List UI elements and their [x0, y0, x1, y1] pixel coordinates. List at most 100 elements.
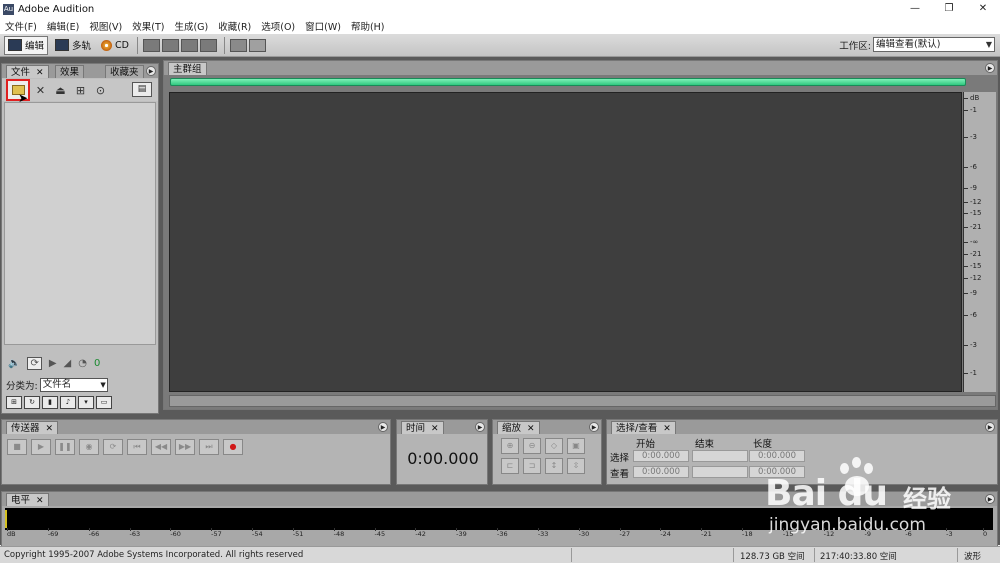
menu-generate[interactable]: 生成(G) — [174, 19, 208, 33]
overview-bar[interactable] — [170, 78, 966, 86]
cd-view-label: CD — [115, 39, 129, 51]
rewind-button[interactable]: ◀◀ — [151, 439, 171, 455]
file-list[interactable] — [4, 102, 156, 345]
zoom-buttons: ⊕ ⊖ ◇ ▣ ⊏ ⊐ ↕ ⇳ — [501, 438, 589, 474]
import-file-button[interactable]: ➤ — [6, 79, 30, 105]
file-playback-controls: 🔈 ⟳ ▶ ◢ ◔ 0 — [2, 354, 158, 372]
filter-options-icon[interactable]: ▾ — [78, 396, 94, 409]
waveform-display[interactable] — [169, 92, 962, 392]
close-icon[interactable]: ✕ — [663, 424, 671, 434]
menu-effects[interactable]: 效果(T) — [132, 19, 164, 33]
panel-menu-icon[interactable]: ▶ — [589, 422, 599, 432]
insert-cd-icon[interactable]: ⊞ — [72, 82, 89, 99]
layout-4-icon[interactable] — [199, 38, 217, 52]
zoom-in-horizontal-button[interactable]: ⊕ — [501, 438, 519, 454]
pause-button[interactable]: ❚❚ — [55, 439, 75, 455]
zoom-out-full-button[interactable]: ◇ — [545, 438, 563, 454]
multitrack-view-button[interactable]: 多轨 — [52, 36, 94, 55]
zoom-out-horizontal-button[interactable]: ⊖ — [523, 438, 541, 454]
level-tick: -36 — [497, 528, 508, 538]
sort-dropdown[interactable]: 文件名 — [39, 378, 108, 392]
workspace-label: 工作区: — [839, 40, 871, 52]
menu-window[interactable]: 窗口(W) — [305, 19, 341, 33]
filter-audio-icon[interactable]: ⊞ — [6, 396, 22, 409]
panel-menu-icon[interactable]: ▶ — [146, 66, 156, 76]
time-tabs: 时间 ✕ ▶ — [397, 420, 487, 434]
menu-view[interactable]: 视图(V) — [89, 19, 122, 33]
close-file-icon[interactable]: ✕ — [32, 82, 49, 99]
zoom-left-edge-button[interactable]: ⊏ — [501, 458, 519, 474]
go-to-end-button[interactable]: ⏭ — [199, 439, 219, 455]
main-group-tabs: 主群组 ▶ — [164, 61, 997, 75]
select-start-field[interactable]: 0:00.000 — [633, 450, 689, 462]
play-icon[interactable]: ▶ — [49, 358, 57, 369]
panel-menu-icon[interactable]: ▶ — [985, 494, 995, 504]
menu-edit[interactable]: 编辑(E) — [47, 19, 79, 33]
zoom-out-vertical-button[interactable]: ⇳ — [567, 458, 585, 474]
hand-tool-icon[interactable] — [248, 38, 266, 52]
panel-menu-icon[interactable]: ▶ — [378, 422, 388, 432]
stop-button[interactable]: ■ — [7, 439, 27, 455]
panel-menu-icon[interactable]: ▶ — [985, 63, 995, 73]
view-row-label: 查看 — [610, 469, 630, 480]
loop-icon[interactable]: ⟳ — [27, 356, 42, 370]
autoplay-icon[interactable]: ⊙ — [92, 82, 109, 99]
speaker-icon[interactable]: 🔈 — [8, 358, 20, 369]
tab-files[interactable]: 文件 ✕ — [6, 65, 49, 78]
close-button[interactable]: ✕ — [966, 0, 1000, 18]
menu-favorites[interactable]: 收藏(R) — [218, 19, 251, 33]
close-icon[interactable]: ✕ — [36, 68, 44, 78]
tab-time[interactable]: 时间 ✕ — [401, 421, 444, 434]
level-tick: -30 — [578, 528, 590, 538]
minimize-button[interactable]: — — [898, 0, 932, 18]
volume-knob-icon[interactable]: ◔ — [78, 358, 87, 369]
edit-view-button[interactable]: 编辑 — [4, 35, 49, 55]
level-tick: -21 — [701, 528, 712, 538]
close-icon[interactable]: ✕ — [46, 424, 54, 434]
menu-options[interactable]: 选项(O) — [261, 19, 295, 33]
view-end-field[interactable] — [692, 466, 748, 478]
play-from-cursor-button[interactable]: ◉ — [79, 439, 99, 455]
zoom-in-vertical-button[interactable]: ↕ — [545, 458, 563, 474]
loop-button[interactable]: ⟳ — [103, 439, 123, 455]
fast-forward-button[interactable]: ▶▶ — [175, 439, 195, 455]
close-icon[interactable]: ✕ — [431, 424, 439, 434]
show-details-icon[interactable]: ▤ — [132, 82, 152, 97]
layout-3-icon[interactable] — [180, 38, 198, 52]
db-tick: -9 — [964, 184, 977, 192]
menu-help[interactable]: 帮助(H) — [351, 19, 385, 33]
cd-view-button[interactable]: CD — [98, 36, 132, 55]
insert-multitrack-icon[interactable]: ⏏ — [52, 82, 69, 99]
tab-selection-view[interactable]: 选择/查看 ✕ — [611, 421, 676, 434]
record-button[interactable]: ● — [223, 439, 243, 455]
workspace-dropdown[interactable]: 编辑查看(默认) — [873, 37, 995, 52]
menu-file[interactable]: 文件(F) — [5, 19, 37, 33]
panel-menu-icon[interactable]: ▶ — [985, 422, 995, 432]
volume-slider-icon[interactable]: ◢ — [64, 358, 72, 369]
tab-zoom[interactable]: 缩放 ✕ — [497, 421, 540, 434]
tab-favorites[interactable]: 收藏夹 — [105, 65, 144, 78]
time-selection-tool-icon[interactable] — [229, 38, 247, 52]
zoom-selection-button[interactable]: ▣ — [567, 438, 585, 454]
restore-button[interactable]: ❐ — [932, 0, 966, 18]
select-end-field[interactable] — [692, 450, 748, 462]
tab-favorites-label: 收藏夹 — [110, 67, 139, 78]
filter-folder-icon[interactable]: ▭ — [96, 396, 112, 409]
view-start-field[interactable]: 0:00.000 — [633, 466, 689, 478]
zoom-right-edge-button[interactable]: ⊐ — [523, 458, 541, 474]
layout-1-icon[interactable] — [142, 38, 160, 52]
tab-effects[interactable]: 效果 — [55, 65, 85, 78]
horizontal-scrollbar[interactable] — [169, 395, 996, 407]
filter-midi-icon[interactable]: ♪ — [60, 396, 76, 409]
filter-loop-icon[interactable]: ↻ — [24, 396, 40, 409]
layout-2-icon[interactable] — [161, 38, 179, 52]
panel-menu-icon[interactable]: ▶ — [475, 422, 485, 432]
close-icon[interactable]: ✕ — [527, 424, 535, 434]
tab-transport[interactable]: 传送器 ✕ — [6, 421, 59, 434]
filter-video-icon[interactable]: ▮ — [42, 396, 58, 409]
go-to-start-button[interactable]: ⏮ — [127, 439, 147, 455]
tab-levels[interactable]: 电平 ✕ — [6, 493, 49, 506]
tab-main-group[interactable]: 主群组 — [168, 62, 207, 75]
play-button[interactable]: ▶ — [31, 439, 51, 455]
close-icon[interactable]: ✕ — [36, 496, 44, 506]
